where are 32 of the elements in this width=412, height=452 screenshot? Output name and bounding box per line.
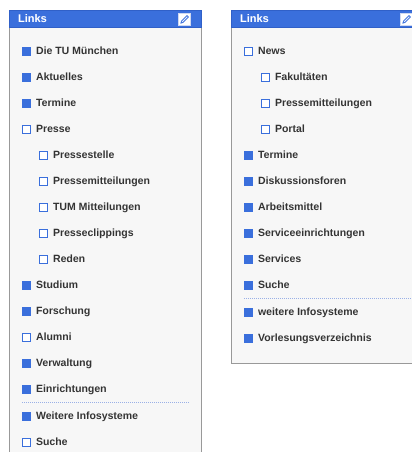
nav-link[interactable]: Pressemitteilungen xyxy=(275,97,372,109)
nav-link[interactable]: Reden xyxy=(53,253,86,265)
nav-link[interactable]: Diskussionsforen xyxy=(258,175,346,187)
nav-link[interactable]: Alumni xyxy=(36,331,72,343)
nav-link[interactable]: Forschung xyxy=(36,305,90,317)
nav-link[interactable]: Termine xyxy=(36,97,76,109)
nav-link[interactable]: Fakultäten xyxy=(275,71,328,83)
nav-link[interactable]: Suche xyxy=(258,279,290,291)
panel-title: Links xyxy=(240,13,269,25)
nav-link[interactable]: Serviceeinrichtungen xyxy=(258,227,365,239)
edit-icon[interactable] xyxy=(400,12,412,26)
nav-link[interactable]: Pressemitteilungen xyxy=(53,175,150,187)
edit-icon[interactable] xyxy=(178,12,191,26)
nav-link[interactable]: Einrichtungen xyxy=(36,383,107,395)
panel-title: Links xyxy=(18,13,47,25)
nav-link[interactable]: Suche xyxy=(36,436,68,448)
nav-link[interactable]: Arbeitsmittel xyxy=(258,201,322,213)
nav-link[interactable]: Pressestelle xyxy=(53,149,114,161)
nav-link[interactable]: Verwaltung xyxy=(36,357,92,369)
nav-link[interactable]: Vorlesungsverzeichnis xyxy=(258,332,372,344)
nav-link[interactable]: TUM Mitteilungen xyxy=(53,201,140,213)
nav-link[interactable]: Termine xyxy=(258,149,298,161)
nav-link[interactable]: Portal xyxy=(275,123,305,135)
nav-link[interactable]: Presseclippings xyxy=(53,227,134,239)
nav-link[interactable]: Presse xyxy=(36,123,70,135)
nav-link[interactable]: weitere Infosysteme xyxy=(258,306,358,318)
nav-link[interactable]: Studium xyxy=(36,279,78,291)
nav-link[interactable]: Aktuelles xyxy=(36,71,83,83)
nav-link[interactable]: Weitere Infosysteme xyxy=(36,410,138,422)
nav-link[interactable]: Die TU München xyxy=(36,45,118,57)
nav-link[interactable]: News xyxy=(258,45,286,57)
nav-link[interactable]: Services xyxy=(258,253,302,265)
